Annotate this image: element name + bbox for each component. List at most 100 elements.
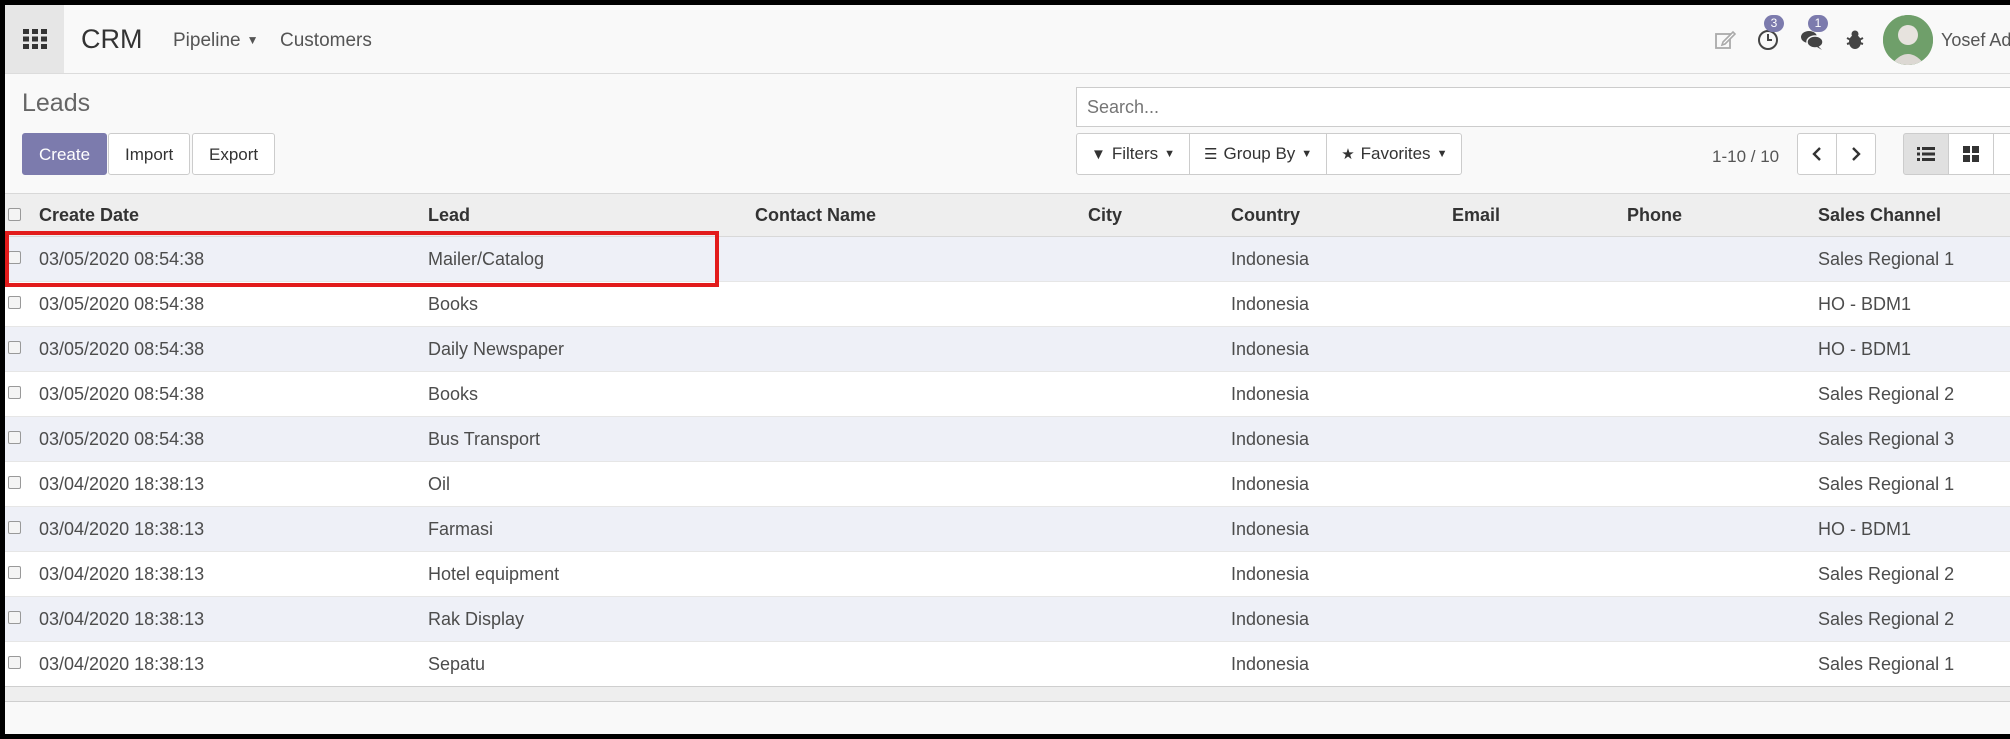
page-title: Leads xyxy=(22,89,91,117)
cell-lead: Rak Display xyxy=(428,609,525,629)
cell-sales-channel: Sales Regional 2 xyxy=(1818,384,1955,404)
row-checkbox[interactable] xyxy=(8,476,21,489)
column-header-city[interactable]: City xyxy=(1088,205,1122,226)
messages-icon[interactable]: 1 xyxy=(1799,15,1828,53)
menu-customers-label: Customers xyxy=(280,30,372,51)
group-by-button[interactable]: ☰ Group By ▼ xyxy=(1190,134,1328,174)
pager-next-button[interactable] xyxy=(1836,133,1876,175)
select-all-checkbox[interactable] xyxy=(8,208,21,221)
table-row[interactable]: 03/04/2020 18:38:13 Sepatu Indonesia Sal… xyxy=(5,642,2010,687)
row-checkbox[interactable] xyxy=(8,431,21,444)
app-brand[interactable]: CRM xyxy=(81,24,143,55)
pager-value[interactable]: 1-10 / 10 xyxy=(1712,147,1779,167)
table-row[interactable]: 03/04/2020 18:38:13 Farmasi Indonesia HO… xyxy=(5,507,2010,552)
cell-country: Indonesia xyxy=(1231,564,1310,584)
pager-previous-button[interactable] xyxy=(1797,133,1837,175)
column-header-country[interactable]: Country xyxy=(1231,205,1300,226)
edit-note-icon[interactable] xyxy=(1712,27,1738,53)
cell-sales-channel: HO - BDM1 xyxy=(1818,519,1912,539)
cell-country: Indonesia xyxy=(1231,654,1310,674)
table-row[interactable]: 03/05/2020 08:54:38 Books Indonesia Sale… xyxy=(5,372,2010,417)
apps-menu-icon[interactable] xyxy=(5,5,64,73)
cell-country: Indonesia xyxy=(1231,294,1310,314)
table-row[interactable]: 03/05/2020 08:54:38 Books Indonesia HO -… xyxy=(5,282,2010,327)
cell-create-date: 03/04/2020 18:38:13 xyxy=(39,474,205,494)
column-header-lead[interactable]: Lead xyxy=(428,205,470,226)
search-input[interactable] xyxy=(1076,87,2010,127)
column-header-contact-name[interactable]: Contact Name xyxy=(755,205,876,226)
cell-lead: Books xyxy=(428,384,479,404)
caret-down-icon: ▼ xyxy=(1301,148,1313,160)
filters-button[interactable]: ▼ Filters ▼ xyxy=(1077,134,1191,174)
debug-bug-icon[interactable] xyxy=(1842,27,1868,53)
row-checkbox[interactable] xyxy=(8,521,21,534)
cell-sales-channel: Sales Regional 3 xyxy=(1818,429,1955,449)
column-header-create-date[interactable]: Create Date xyxy=(39,205,139,226)
message-count-badge: 1 xyxy=(1808,15,1828,32)
favorites-label: Favorites xyxy=(1360,144,1431,163)
row-checkbox[interactable] xyxy=(8,251,21,264)
cell-country: Indonesia xyxy=(1231,609,1310,629)
cell-sales-channel: Sales Regional 1 xyxy=(1818,474,1955,494)
user-name[interactable]: Yosef Ad xyxy=(1941,30,2010,51)
activity-count-badge: 3 xyxy=(1764,15,1784,32)
row-checkbox[interactable] xyxy=(8,386,21,399)
cell-sales-channel: Sales Regional 1 xyxy=(1818,654,1955,674)
caret-down-icon: ▼ xyxy=(1436,148,1448,160)
column-header-email[interactable]: Email xyxy=(1452,205,1500,226)
cell-create-date: 03/05/2020 08:54:38 xyxy=(39,429,205,449)
cell-sales-channel: Sales Regional 1 xyxy=(1818,249,1955,269)
table-row[interactable]: 03/04/2020 18:38:13 Oil Indonesia Sales … xyxy=(5,462,2010,507)
group-by-label: Group By xyxy=(1223,144,1296,163)
cell-country: Indonesia xyxy=(1231,429,1310,449)
table-row[interactable]: 03/04/2020 18:38:13 Rak Display Indonesi… xyxy=(5,597,2010,642)
activity-clock-icon[interactable]: 3 xyxy=(1755,15,1784,53)
menu-customers[interactable]: Customers xyxy=(280,30,372,52)
create-button[interactable]: Create xyxy=(22,133,108,175)
app-window: CRM Pipeline ▼ Customers 3 1 Yosef Ad Lea… xyxy=(5,5,2010,734)
import-button[interactable]: Import xyxy=(108,133,191,175)
kanban-view-button[interactable] xyxy=(1948,133,1994,175)
cell-create-date: 03/04/2020 18:38:13 xyxy=(39,609,205,629)
menu-pipeline[interactable]: Pipeline ▼ xyxy=(173,30,259,52)
user-avatar[interactable] xyxy=(1883,15,1933,65)
list-view-button[interactable] xyxy=(1903,133,1949,175)
cell-create-date: 03/05/2020 08:54:38 xyxy=(39,294,205,314)
table-header: Create Date Lead Contact Name City Count… xyxy=(5,193,2010,237)
cell-country: Indonesia xyxy=(1231,249,1310,269)
row-checkbox[interactable] xyxy=(8,341,21,354)
cell-country: Indonesia xyxy=(1231,339,1310,359)
cell-sales-channel: HO - BDM1 xyxy=(1818,294,1912,314)
cell-create-date: 03/05/2020 08:54:38 xyxy=(39,339,205,359)
filter-icon: ▼ xyxy=(1091,145,1106,163)
cell-lead: Oil xyxy=(428,474,450,494)
table-body: 03/05/2020 08:54:38 Mailer/Catalog Indon… xyxy=(5,237,2010,687)
row-checkbox[interactable] xyxy=(8,611,21,624)
chevron-left-icon xyxy=(1812,147,1821,161)
star-icon: ★ xyxy=(1341,146,1355,163)
favorites-button[interactable]: ★ Favorites ▼ xyxy=(1327,134,1461,174)
column-header-sales-channel[interactable]: Sales Channel xyxy=(1818,205,1941,226)
export-button[interactable]: Export xyxy=(192,133,276,175)
column-header-phone[interactable]: Phone xyxy=(1627,205,1682,226)
cell-lead: Bus Transport xyxy=(428,429,541,449)
cell-country: Indonesia xyxy=(1231,519,1310,539)
cell-lead: Daily Newspaper xyxy=(428,339,565,359)
table-footer xyxy=(5,686,2010,702)
more-views-button[interactable] xyxy=(1993,133,2010,175)
kanban-view-icon xyxy=(1963,146,1979,162)
cell-country: Indonesia xyxy=(1231,384,1310,404)
table-row[interactable]: 03/05/2020 08:54:38 Mailer/Catalog Indon… xyxy=(5,237,2010,282)
cell-sales-channel: Sales Regional 2 xyxy=(1818,564,1955,584)
table-row[interactable]: 03/05/2020 08:54:38 Bus Transport Indone… xyxy=(5,417,2010,462)
table-row[interactable]: 03/05/2020 08:54:38 Daily Newspaper Indo… xyxy=(5,327,2010,372)
table-row[interactable]: 03/04/2020 18:38:13 Hotel equipment Indo… xyxy=(5,552,2010,597)
cell-create-date: 03/05/2020 08:54:38 xyxy=(39,384,205,404)
cell-create-date: 03/05/2020 08:54:38 xyxy=(39,249,205,269)
row-checkbox[interactable] xyxy=(8,566,21,579)
chevron-right-icon xyxy=(1852,147,1861,161)
cell-sales-channel: HO - BDM1 xyxy=(1818,339,1912,359)
row-checkbox[interactable] xyxy=(8,656,21,669)
row-checkbox[interactable] xyxy=(8,296,21,309)
cell-lead: Sepatu xyxy=(428,654,486,674)
